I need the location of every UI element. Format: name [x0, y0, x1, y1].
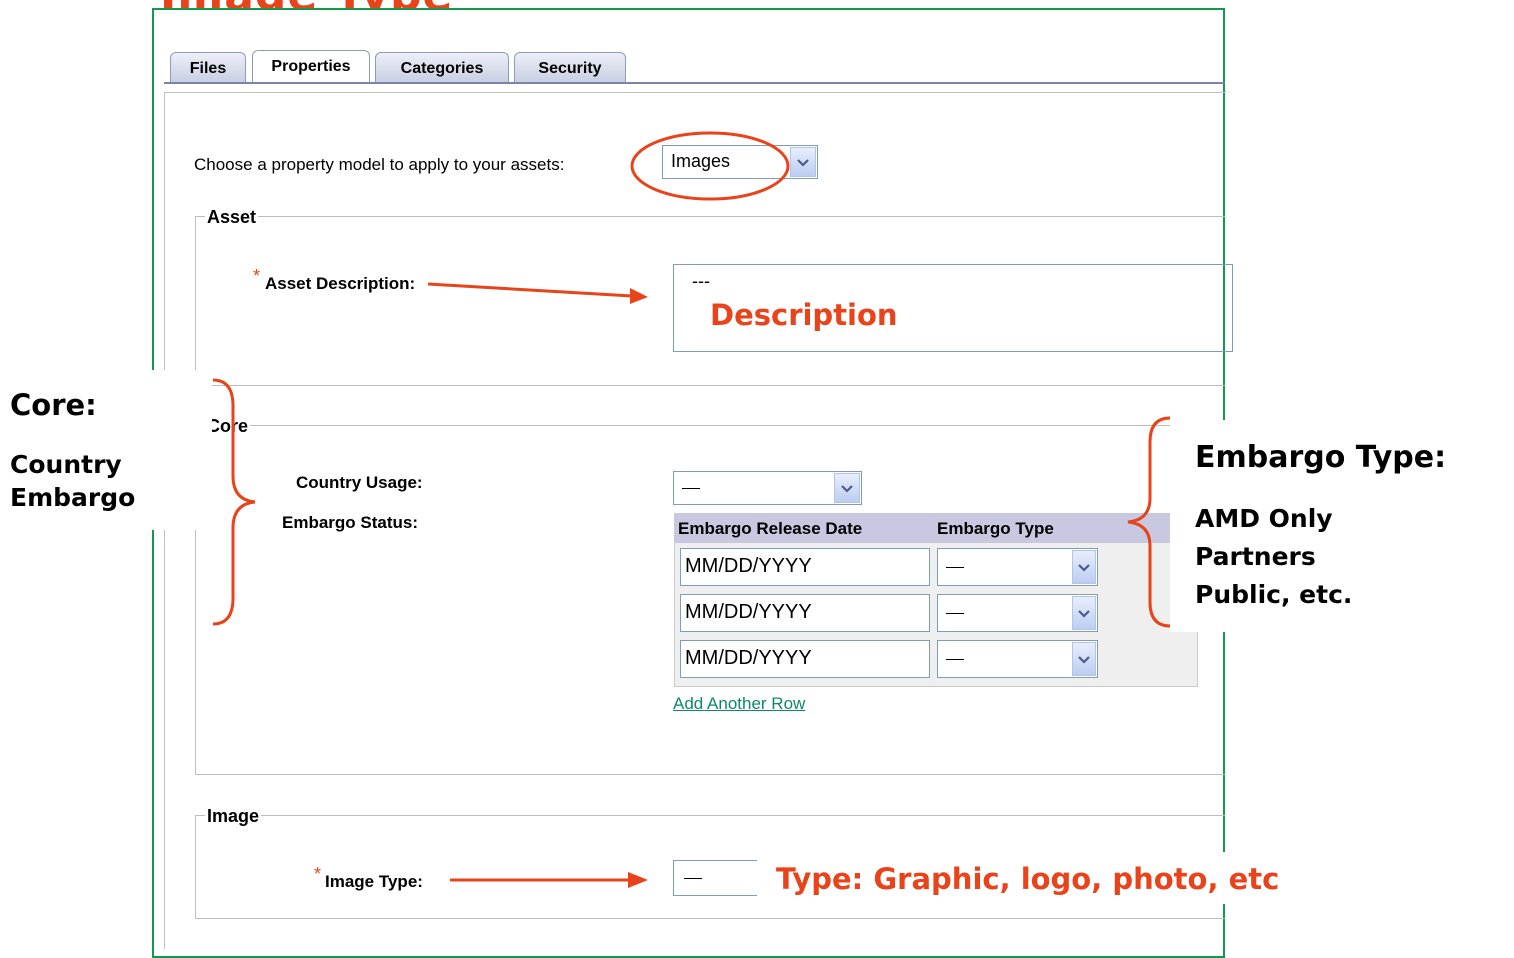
empty-value-dash	[946, 659, 964, 660]
chevron-down-icon[interactable]	[834, 473, 860, 503]
required-marker: *	[314, 864, 322, 884]
tab-security[interactable]: Security	[514, 52, 626, 82]
embargo-annotation-item: AMD Only	[1195, 504, 1333, 533]
embargo-date-input[interactable]: MM/DD/YYYY	[680, 548, 930, 586]
core-annotation-title: Core:	[10, 388, 97, 422]
curly-brace-icon	[212, 378, 256, 626]
embargo-annotation-item: Partners	[1195, 542, 1316, 571]
chevron-down-icon[interactable]	[1072, 550, 1096, 584]
country-usage-label: Country Usage:	[296, 473, 423, 492]
property-model-label: Choose a property model to apply to your…	[194, 155, 565, 174]
embargo-type-select[interactable]	[937, 594, 1098, 632]
empty-value-dash	[946, 567, 964, 568]
arrow-icon	[450, 872, 648, 888]
highlight-ellipse	[630, 131, 790, 201]
chevron-down-icon[interactable]	[790, 147, 816, 177]
tab-properties[interactable]: Properties	[252, 50, 370, 82]
image-legend: Image	[205, 806, 262, 827]
country-usage-select[interactable]	[673, 471, 862, 505]
image-type-select[interactable]	[673, 860, 757, 896]
chevron-down-icon[interactable]	[1072, 642, 1096, 676]
embargo-annotation-list: AMD Only Partners Public, etc.	[1195, 500, 1352, 614]
embargo-annotation-item: Public, etc.	[1195, 580, 1353, 609]
embargo-date-input[interactable]: MM/DD/YYYY	[680, 594, 930, 632]
column-header-release-date: Embargo Release Date	[678, 519, 863, 538]
embargo-type-select[interactable]	[937, 548, 1098, 586]
tab-divider	[164, 82, 1225, 84]
required-marker: *	[253, 266, 261, 286]
embargo-type-select[interactable]	[937, 640, 1098, 678]
embargo-annotation-title: Embargo Type:	[1195, 440, 1447, 475]
core-annotation-item: Country	[10, 450, 122, 479]
empty-value-dash	[684, 878, 702, 879]
image-type-annotation: Type: Graphic, logo, photo, etc	[776, 862, 1280, 896]
curly-brace-icon	[1127, 416, 1171, 628]
asset-description-value: ---	[692, 271, 710, 291]
add-another-row-link[interactable]: Add Another Row	[673, 694, 805, 714]
asset-legend: Asset	[205, 207, 259, 228]
tab-files[interactable]: Files	[170, 52, 246, 82]
asset-description-label: Asset Description:	[265, 274, 416, 293]
chevron-down-icon[interactable]	[1072, 596, 1096, 630]
core-annotation-item: Embargo	[10, 483, 136, 512]
core-annotation-list: Country Embargo	[10, 448, 135, 514]
embargo-date-input[interactable]: MM/DD/YYYY	[680, 640, 930, 678]
image-type-label: Image Type:	[325, 872, 423, 891]
empty-value-dash	[946, 613, 964, 614]
tab-categories[interactable]: Categories	[375, 52, 509, 82]
embargo-status-label: Embargo Status:	[282, 513, 419, 532]
empty-value-dash	[682, 488, 700, 489]
arrow-icon	[427, 282, 648, 304]
column-header-embargo-type: Embargo Type	[937, 519, 1054, 538]
description-annotation: Description	[710, 298, 898, 332]
